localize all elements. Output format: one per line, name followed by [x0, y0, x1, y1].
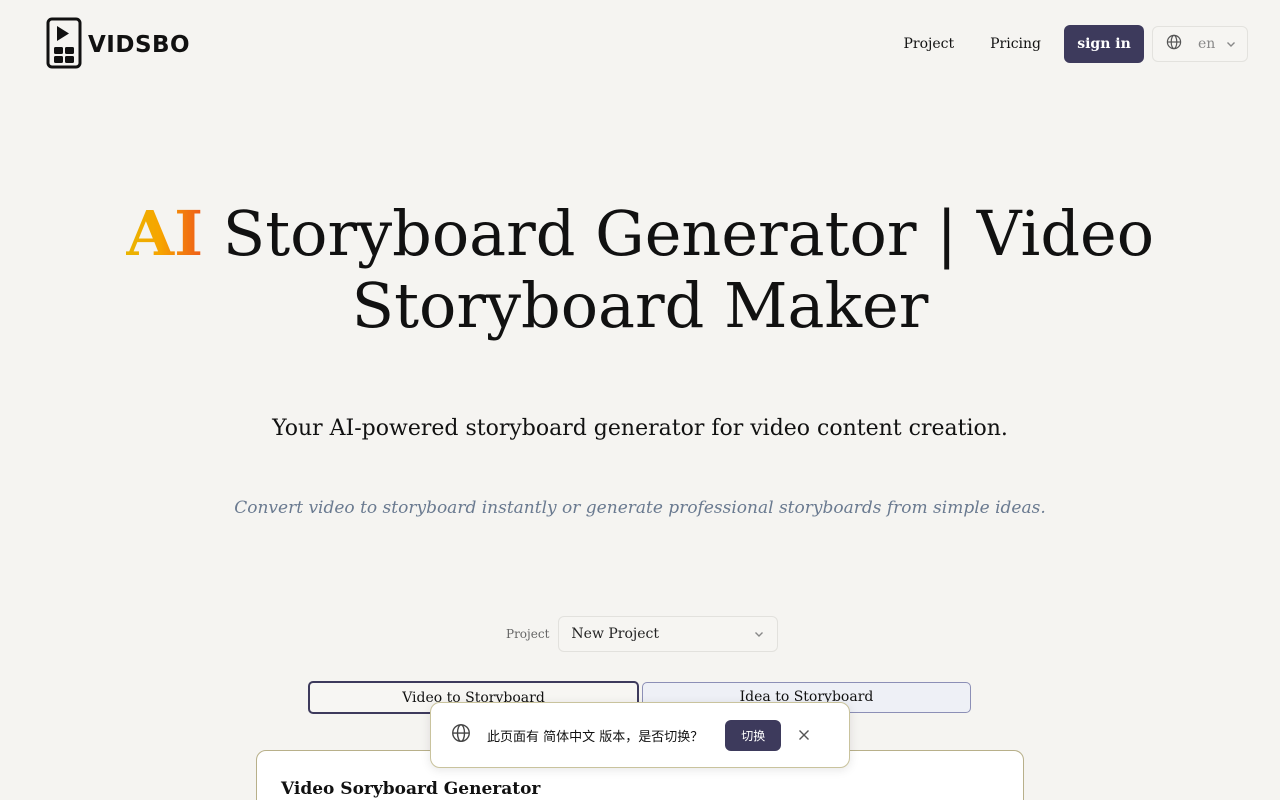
globe-icon	[451, 723, 471, 747]
chevron-down-icon	[753, 625, 765, 644]
hero-subtitle: Your AI-powered storyboard generator for…	[272, 416, 1008, 441]
project-select[interactable]: New Project	[558, 616, 779, 652]
hero-title: AI Storyboard Generator | Video Storyboa…	[0, 198, 1280, 342]
nav-link-project[interactable]: Project	[903, 36, 954, 52]
close-icon[interactable]	[798, 729, 810, 741]
language-value: en	[1198, 36, 1216, 52]
hero-tagline: Convert video to storyboard instantly or…	[234, 498, 1046, 518]
card-title: Video Sorybo​ard Generator	[281, 779, 541, 799]
language-select[interactable]: en	[1152, 26, 1248, 62]
switch-language-button[interactable]: 切换	[725, 719, 782, 751]
project-select-value: New Project	[571, 626, 660, 642]
main-nav: Project Pricing sign in en	[903, 25, 1248, 63]
nav-link-pricing[interactable]: Pricing	[990, 36, 1041, 52]
project-picker: Project New Project	[506, 616, 779, 652]
translate-message: 此页面有 简体中文 版本，是否切换？	[487, 729, 704, 745]
translate-popup: 此页面有 简体中文 版本，是否切换？ 切换	[430, 702, 850, 768]
film-storyboard-icon	[46, 17, 82, 73]
site-header: VIDSBO Project Pricing sign in en	[0, 0, 1280, 88]
hero-title-line1: Storyboard Generator | Video	[203, 197, 1155, 270]
chevron-down-icon	[1225, 35, 1237, 54]
hero-title-line2: Storyboard Maker	[351, 269, 929, 342]
logo[interactable]: VIDSBO	[46, 17, 190, 73]
globe-icon	[1166, 34, 1182, 54]
hero-title-highlight: AI	[125, 197, 204, 270]
sign-in-button[interactable]: sign in	[1064, 25, 1144, 63]
project-label: Project	[506, 627, 550, 641]
logo-text: VIDSBO	[88, 32, 191, 58]
